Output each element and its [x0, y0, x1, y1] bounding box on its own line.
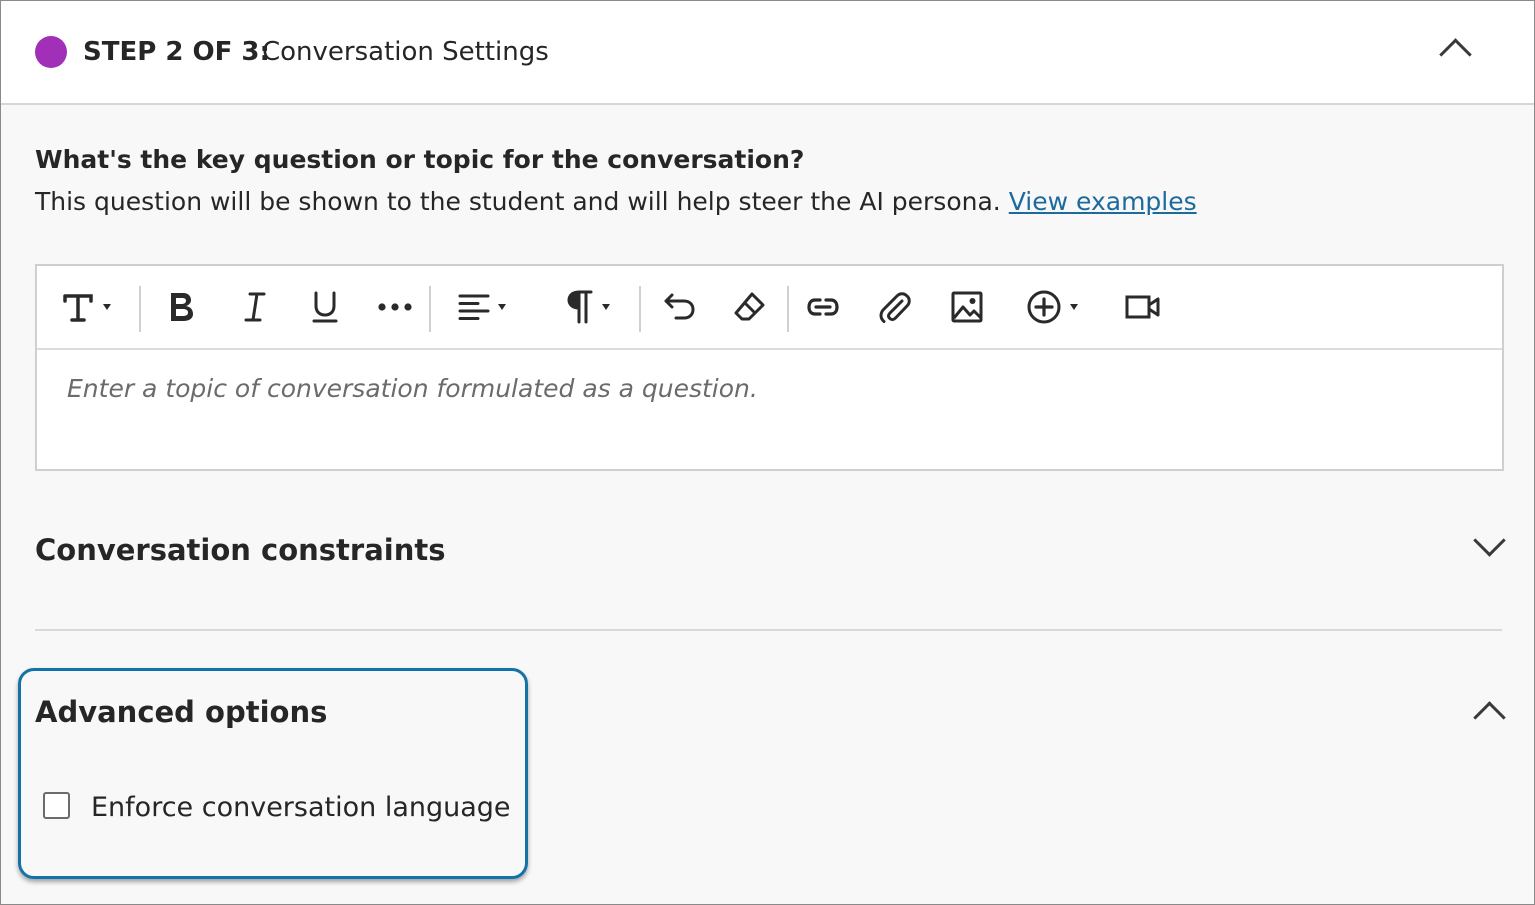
text-style-icon: [63, 294, 93, 322]
step-status-dot: [35, 36, 67, 68]
insert-button[interactable]: [1019, 285, 1085, 329]
video-icon: [1125, 295, 1160, 319]
chevron-down-icon[interactable]: [1473, 524, 1506, 557]
italic-button[interactable]: [233, 285, 277, 329]
insert-icon: [1027, 290, 1061, 324]
topic-question-heading: What's the key question or topic for the…: [35, 145, 805, 174]
toolbar-separator: [787, 286, 789, 332]
undo-icon: [664, 293, 695, 320]
attach-button[interactable]: [873, 285, 917, 329]
align-button[interactable]: [449, 285, 515, 329]
italic-icon: [244, 292, 266, 322]
paragraph-button[interactable]: [555, 285, 621, 329]
conversation-settings-panel: STEP 2 OF 3: Conversation Settings What'…: [0, 0, 1535, 905]
enforce-language-checkbox[interactable]: [43, 792, 70, 819]
undo-button[interactable]: [657, 285, 701, 329]
topic-helper-text: This question will be shown to the stude…: [35, 185, 1197, 219]
text-style-button[interactable]: [53, 285, 119, 329]
toolbar-separator: [639, 286, 641, 332]
bold-icon: [171, 293, 193, 321]
align-icon: [458, 294, 490, 320]
toolbar-separator: [429, 286, 431, 332]
step-title: Conversation Settings: [262, 37, 549, 67]
clear-format-button[interactable]: [727, 285, 771, 329]
underline-icon: [312, 291, 338, 323]
enforce-language-label[interactable]: Enforce conversation language: [91, 791, 511, 825]
chevron-up-icon[interactable]: [1439, 38, 1472, 71]
advanced-options-heading[interactable]: Advanced options: [35, 693, 327, 731]
link-icon: [807, 298, 839, 316]
section-divider: [35, 629, 1502, 631]
rich-text-editor: Enter a topic of conversation formulated…: [35, 264, 1504, 471]
caret-icon: [103, 304, 111, 310]
bold-button[interactable]: [159, 285, 203, 329]
image-button[interactable]: [945, 285, 989, 329]
editor-toolbar: [37, 266, 1502, 350]
caret-icon: [602, 304, 610, 310]
paragraph-icon: [567, 290, 593, 324]
step-header[interactable]: STEP 2 OF 3: Conversation Settings: [1, 1, 1534, 105]
topic-input[interactable]: Enter a topic of conversation formulated…: [67, 372, 758, 406]
link-button[interactable]: [801, 285, 845, 329]
attach-icon: [879, 292, 911, 323]
more-icon: [378, 303, 412, 311]
view-examples-link[interactable]: View examples: [1009, 187, 1197, 216]
toolbar-separator: [139, 286, 141, 332]
step-label: STEP 2 OF 3:: [83, 37, 270, 67]
image-icon: [951, 291, 983, 323]
caret-icon: [498, 304, 506, 310]
helper-text: This question will be shown to the stude…: [35, 187, 1001, 216]
conversation-constraints-heading[interactable]: Conversation constraints: [35, 531, 446, 569]
underline-button[interactable]: [303, 285, 347, 329]
chevron-up-icon[interactable]: [1473, 701, 1506, 734]
video-button[interactable]: [1121, 285, 1165, 329]
more-button[interactable]: [373, 285, 417, 329]
caret-icon: [1070, 304, 1078, 310]
clear-format-icon: [734, 292, 765, 321]
